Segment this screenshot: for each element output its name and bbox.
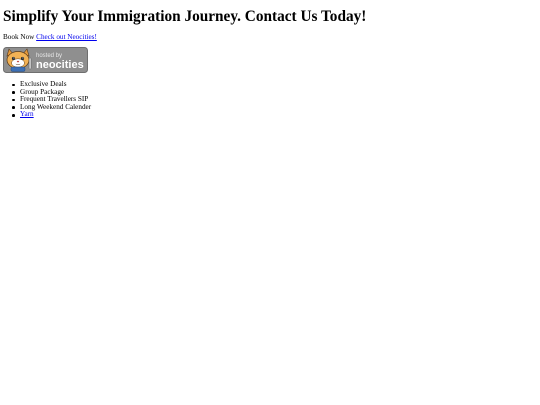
- badge-big-text: neocities: [36, 59, 84, 71]
- neocities-badge-graphic: hosted by neocities: [3, 47, 88, 73]
- neocities-link[interactable]: Check out Neocities!: [36, 33, 97, 41]
- book-line: Book Now Check out Neocities!: [3, 32, 97, 42]
- yarn-link[interactable]: Yarn: [20, 110, 34, 119]
- page-title: Simplify Your Immigration Journey. Conta…: [3, 8, 367, 25]
- menu-item-yarn: Yarn: [11, 110, 91, 119]
- book-now-text: Book Now: [3, 33, 35, 41]
- hosted-by-neocities-badge[interactable]: hosted by neocities: [3, 47, 88, 73]
- menu-list: Exclusive Deals Group Package Frequent T…: [11, 80, 91, 119]
- page: Simplify Your Immigration Journey. Conta…: [0, 0, 540, 405]
